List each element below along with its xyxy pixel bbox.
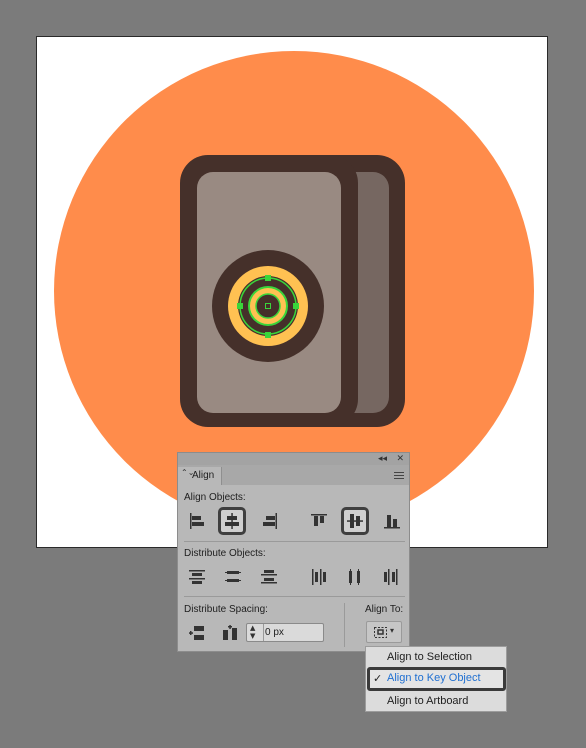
tab-align[interactable]: ⌃⌄ Align bbox=[178, 467, 222, 485]
stepper-down-icon[interactable]: ▼ bbox=[250, 633, 255, 640]
distribute-h-center-icon bbox=[349, 569, 360, 585]
menu-item-align-to-selection[interactable]: Align to Selection bbox=[366, 647, 506, 669]
horizontal-align-left-button[interactable] bbox=[183, 507, 211, 535]
align-top-icon bbox=[311, 514, 327, 526]
align-panel: ◂◂ ✕ ⌃⌄ Align Align Objects: Distribute … bbox=[177, 452, 410, 652]
vertical-align-bottom-button[interactable] bbox=[378, 507, 406, 535]
vertical-space-icon bbox=[189, 626, 204, 640]
center-point bbox=[266, 304, 270, 308]
distribute-top-icon bbox=[189, 570, 205, 584]
distribute-left-icon bbox=[312, 569, 326, 585]
distribute-spacing-label: Distribute Spacing: bbox=[184, 604, 268, 615]
stepper-up-icon[interactable]: ▲ bbox=[250, 625, 255, 632]
spacing-stepper[interactable]: ▲ ▼ bbox=[247, 624, 264, 641]
distribute-bottom-icon bbox=[261, 570, 277, 584]
vertical-align-top-button[interactable] bbox=[305, 507, 333, 535]
menu-item-label: Align to Key Object bbox=[387, 672, 481, 684]
distribute-right-icon bbox=[384, 569, 398, 585]
distribute-top-button[interactable] bbox=[183, 563, 211, 591]
menu-item-label: Align to Selection bbox=[387, 651, 472, 663]
distribute-v-center-icon bbox=[225, 571, 241, 582]
close-panel-icon[interactable]: ✕ bbox=[396, 453, 404, 465]
tab-align-label: Align bbox=[192, 470, 215, 481]
horizontal-align-right-button[interactable] bbox=[256, 507, 284, 535]
distribute-vertical-center-button[interactable] bbox=[219, 563, 247, 591]
collapse-panel-icon[interactable]: ◂◂ bbox=[378, 453, 387, 465]
horizontal-space-icon bbox=[223, 625, 237, 640]
align-bottom-icon bbox=[384, 515, 400, 529]
align-to-menu: Align to Selection ✓ Align to Key Object… bbox=[365, 646, 507, 712]
horizontal-align-center-button[interactable] bbox=[218, 507, 246, 535]
distribute-objects-label: Distribute Objects: bbox=[184, 548, 266, 559]
align-right-icon bbox=[263, 513, 277, 529]
vertical-align-center-button[interactable] bbox=[341, 507, 369, 535]
section-divider bbox=[184, 541, 405, 542]
key-object-icon bbox=[374, 627, 387, 638]
horizontal-distribute-space-button[interactable] bbox=[216, 619, 244, 647]
align-center-v-icon bbox=[347, 514, 363, 528]
distribute-bottom-button[interactable] bbox=[255, 563, 283, 591]
align-to-dropdown[interactable]: ▾ bbox=[366, 621, 402, 643]
spacing-input[interactable] bbox=[265, 624, 321, 641]
align-left-icon bbox=[190, 513, 204, 529]
distribute-horizontal-center-button[interactable] bbox=[341, 563, 369, 591]
menu-item-label: Align to Artboard bbox=[387, 695, 469, 707]
align-to-label: Align To: bbox=[365, 604, 404, 615]
spacing-value-field[interactable]: ▲ ▼ bbox=[246, 623, 324, 642]
vertical-divider bbox=[344, 603, 345, 647]
distribute-left-button[interactable] bbox=[305, 563, 333, 591]
vertical-distribute-space-button[interactable] bbox=[183, 619, 211, 647]
align-objects-label: Align Objects: bbox=[184, 492, 246, 503]
panel-title-bar[interactable]: ◂◂ ✕ bbox=[178, 453, 409, 465]
panel-menu-icon[interactable] bbox=[394, 472, 404, 479]
checkmark-icon: ✓ bbox=[373, 672, 383, 685]
panel-tab-row: ⌃⌄ Align bbox=[178, 465, 409, 485]
align-center-h-icon bbox=[225, 513, 239, 529]
distribute-right-button[interactable] bbox=[377, 563, 405, 591]
menu-item-align-to-artboard[interactable]: Align to Artboard bbox=[366, 691, 506, 713]
section-divider bbox=[184, 596, 405, 597]
chevron-down-icon: ▾ bbox=[390, 626, 395, 635]
menu-item-align-to-key-object[interactable]: ✓ Align to Key Object bbox=[367, 667, 506, 691]
